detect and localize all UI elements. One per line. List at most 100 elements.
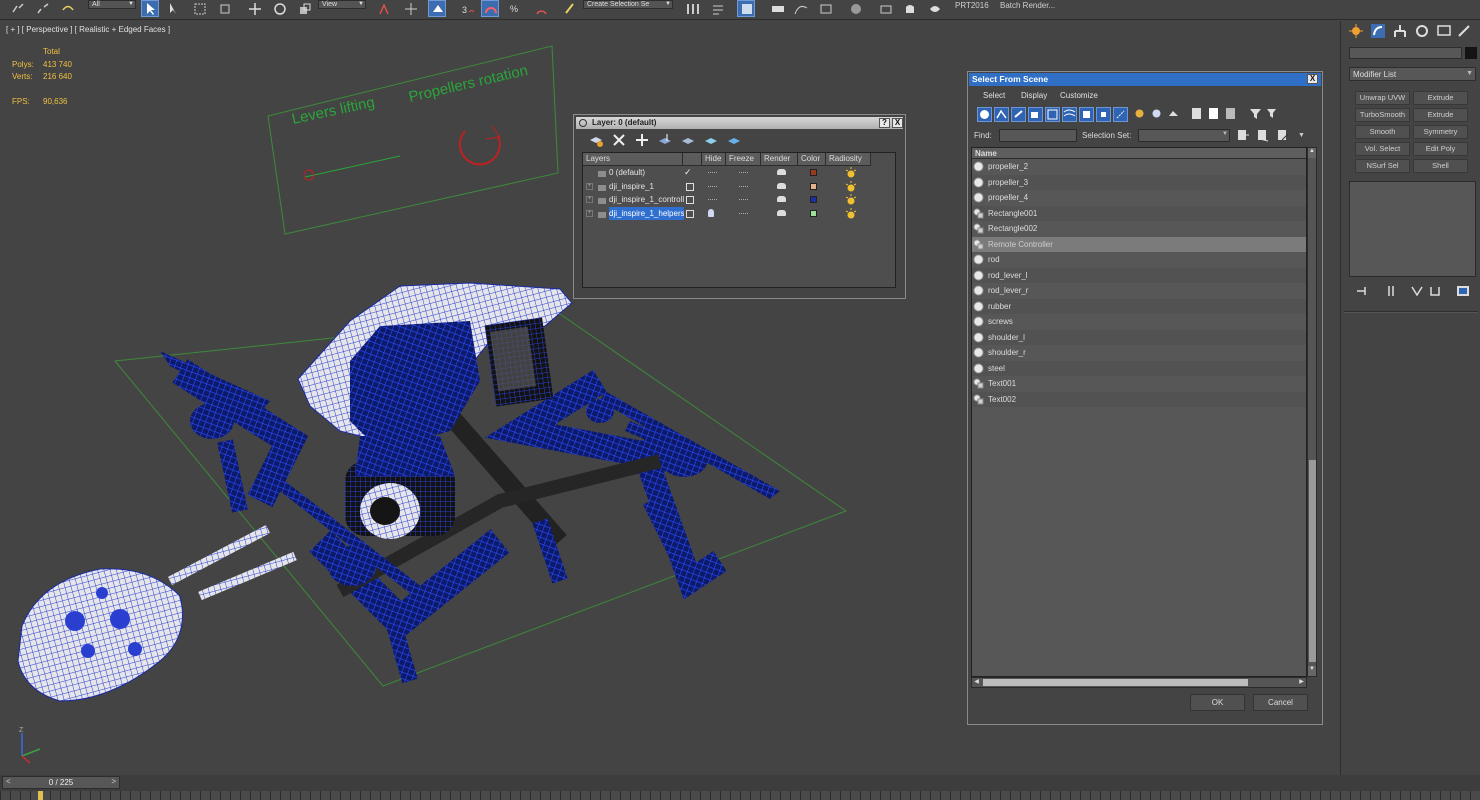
layer-name[interactable]: dji_inspire_1: [609, 180, 684, 193]
scale-icon[interactable]: [295, 0, 313, 17]
close-button[interactable]: X: [1307, 74, 1318, 84]
link-icon[interactable]: [8, 0, 26, 17]
material-editor-icon[interactable]: [846, 0, 864, 17]
layer-name[interactable]: 0 (default): [609, 166, 684, 179]
radiosity-sun-icon[interactable]: [845, 194, 857, 205]
batch-render-button[interactable]: Batch Render...: [1000, 1, 1055, 10]
horizontal-scroll-thumb[interactable]: [983, 679, 1248, 686]
object-name-field[interactable]: [1349, 47, 1462, 59]
selection-set-dropdown[interactable]: [1138, 129, 1230, 142]
render-teapot-icon[interactable]: [777, 182, 786, 189]
freeze-toggle[interactable]: [739, 199, 748, 200]
scene-object-row[interactable]: Rectangle002: [972, 221, 1306, 237]
scene-object-row[interactable]: Rectangle001: [972, 205, 1306, 221]
object-color-swatch[interactable]: [1465, 47, 1477, 59]
hierarchy-tab-icon[interactable]: [1392, 23, 1410, 40]
time-cursor[interactable]: [38, 791, 43, 800]
hide-toggle[interactable]: [708, 172, 717, 173]
hide-toggle[interactable]: [708, 199, 717, 200]
track-bar[interactable]: [0, 791, 1480, 800]
cancel-button[interactable]: Cancel: [1253, 694, 1308, 711]
utilities-tab-icon[interactable]: [1456, 23, 1474, 40]
help-button[interactable]: ?: [879, 118, 890, 128]
scene-object-row[interactable]: Remote Controller: [972, 236, 1306, 252]
scroll-up-icon[interactable]: ▲: [1308, 148, 1316, 158]
display-containers-icon[interactable]: [1133, 107, 1148, 122]
remote-controller-model[interactable]: [17, 525, 297, 702]
scene-object-row[interactable]: shoulder_l: [972, 329, 1306, 345]
layer-row[interactable]: + dji_inspire_1: [583, 180, 871, 193]
highlight-selected-layer-icon[interactable]: [680, 132, 696, 148]
remove-modifier-icon[interactable]: [1428, 285, 1442, 299]
display-frozen-icon[interactable]: [1150, 107, 1165, 122]
selection-filter-dropdown[interactable]: All: [88, 0, 136, 9]
scene-object-row[interactable]: propeller_2: [972, 159, 1306, 175]
menu-display[interactable]: Display: [1021, 91, 1047, 100]
expand-icon[interactable]: +: [586, 196, 593, 203]
motion-tab-icon[interactable]: [1414, 23, 1432, 40]
make-unique-icon[interactable]: [1410, 285, 1424, 299]
edit-selection-set-icon[interactable]: [1276, 129, 1290, 142]
display-groups-icon[interactable]: [1079, 107, 1094, 122]
select-from-scene-dialog[interactable]: Select From Scene X Select Display Custo…: [967, 71, 1323, 725]
layer-color-swatch[interactable]: [810, 182, 817, 190]
edit-named-selection-icon[interactable]: [560, 0, 578, 17]
modifier-extrude-2-button[interactable]: Extrude: [1413, 108, 1468, 122]
modifier-symmetry-button[interactable]: Symmetry: [1413, 125, 1468, 139]
bind-space-warp-icon[interactable]: [58, 0, 76, 17]
layer-row[interactable]: + dji_inspire_1_controller: [583, 193, 871, 206]
col-render[interactable]: Render: [761, 153, 798, 166]
display-helpers-icon[interactable]: [1045, 107, 1060, 122]
radiosity-sun-icon[interactable]: [845, 180, 857, 192]
render-frame-icon[interactable]: [900, 0, 918, 17]
current-layer-check-icon[interactable]: ✓: [684, 166, 692, 179]
ground-plane-helper[interactable]: [114, 313, 848, 687]
angle-snap-icon[interactable]: [481, 0, 499, 17]
display-tab-icon[interactable]: [1436, 23, 1454, 40]
add-selection-set-icon[interactable]: [1236, 129, 1250, 142]
time-slider[interactable]: < 0 / 225 >: [2, 776, 120, 789]
hidden-bulb-icon[interactable]: [708, 208, 714, 217]
layer-row-selected[interactable]: + dji_inspire_1_helpers: [583, 206, 871, 220]
hide-toggle[interactable]: [708, 185, 717, 187]
reference-coord-dropdown[interactable]: View: [318, 0, 366, 9]
render-setup-icon[interactable]: [876, 0, 894, 17]
ok-button[interactable]: OK: [1190, 694, 1245, 711]
display-hidden-icon[interactable]: [1167, 107, 1182, 122]
expand-icon[interactable]: +: [586, 209, 593, 217]
modifier-stack[interactable]: [1349, 181, 1476, 277]
next-frame-button[interactable]: >: [111, 777, 116, 786]
current-layer-checkbox[interactable]: [686, 196, 694, 204]
align-icon[interactable]: [708, 0, 726, 17]
display-bones-icon[interactable]: [1113, 107, 1128, 122]
delete-layer-icon[interactable]: [611, 132, 627, 148]
select-object-icon[interactable]: [141, 0, 159, 17]
freeze-toggle[interactable]: [739, 185, 748, 187]
drone-camera-gimbal[interactable]: [345, 436, 455, 539]
scene-object-row[interactable]: propeller_3: [972, 174, 1306, 190]
snaps-toggle-icon[interactable]: 3: [458, 0, 476, 17]
scroll-right-icon[interactable]: ▶: [1297, 678, 1306, 687]
invert-selection-icon[interactable]: [1224, 107, 1239, 122]
named-selection-dropdown[interactable]: Create Selection Se: [583, 0, 673, 9]
prt-label[interactable]: PRT2016: [955, 1, 989, 10]
modifier-nsurf-sel-button[interactable]: NSurf Sel: [1355, 159, 1410, 173]
layer-manager-window[interactable]: Layer: 0 (default) ? X Layers Hide Freez…: [573, 114, 906, 299]
toggle-ribbon-icon[interactable]: [768, 0, 786, 17]
modifier-list-dropdown[interactable]: Modifier List: [1349, 67, 1476, 81]
scene-object-row[interactable]: rod: [972, 252, 1306, 268]
command-panel[interactable]: Modifier List Unwrap UVW Extrude TurboSm…: [1342, 21, 1480, 775]
radiosity-sun-icon[interactable]: [845, 167, 857, 178]
select-by-name-icon[interactable]: [164, 0, 182, 17]
display-shapes-icon[interactable]: [994, 107, 1009, 122]
scroll-down-icon[interactable]: ▼: [1308, 666, 1316, 676]
vertical-scrollbar[interactable]: ▲ ▼: [1307, 147, 1317, 677]
layer-explorer-icon[interactable]: [737, 0, 755, 17]
modifier-turbosmooth-button[interactable]: TurboSmooth: [1355, 108, 1410, 122]
horizontal-scrollbar[interactable]: ◀ ▶: [971, 677, 1307, 688]
modify-tab-icon[interactable]: [1370, 23, 1388, 40]
freeze-all-layers-icon[interactable]: [726, 132, 742, 148]
col-color[interactable]: Color: [798, 153, 826, 166]
modifier-unwrap-uvw-button[interactable]: Unwrap UVW: [1355, 91, 1410, 105]
menu-select[interactable]: Select: [983, 91, 1005, 100]
